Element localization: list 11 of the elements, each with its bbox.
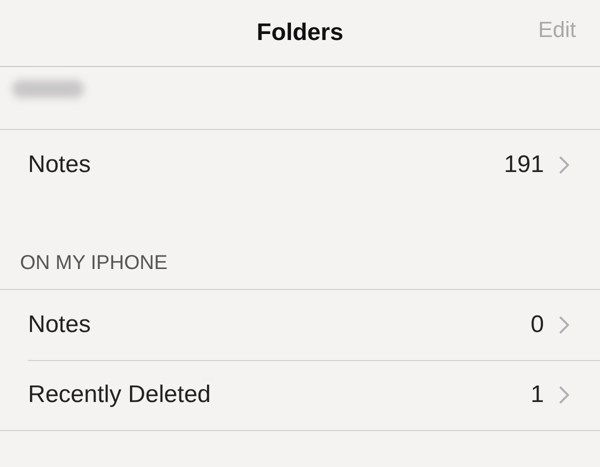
- folder-name[interactable]: Recently Deleted: [28, 381, 531, 409]
- folder-name[interactable]: Notes: [28, 151, 504, 179]
- nav-title: Folders: [256, 19, 344, 47]
- note-count: 0: [530, 311, 544, 339]
- chevron-icon: [558, 155, 570, 175]
- folder-name[interactable]: Notes: [28, 311, 531, 339]
- chevron-icon: [558, 315, 570, 335]
- section-header: ON MY IPHONE: [20, 252, 168, 275]
- note-count: 191: [504, 151, 544, 179]
- chevron-icon: [558, 385, 570, 405]
- note-count: 1: [530, 381, 544, 409]
